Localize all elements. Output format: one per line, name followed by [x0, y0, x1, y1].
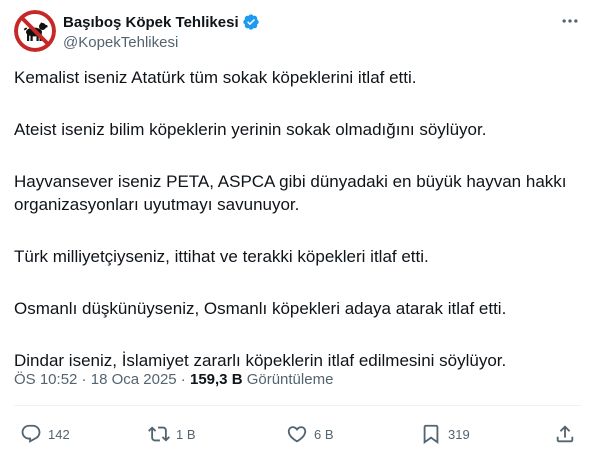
tweet-paragraph: Osmanlı düşkünüyseniz, Osmanlı köpekleri…: [14, 299, 507, 318]
heart-icon: [287, 426, 307, 443]
retweet-button[interactable]: 1 B: [148, 420, 196, 448]
bookmark-icon: [423, 424, 439, 445]
more-options-icon[interactable]: [559, 10, 581, 32]
no-dogs-sign-icon: [14, 10, 56, 52]
tweet-paragraph: Hayvansever iseniz PETA, ASPCA gibi düny…: [14, 172, 567, 191]
bookmark-count: 319: [448, 426, 470, 442]
views-count: 159,3 B: [189, 371, 243, 388]
bookmark-button[interactable]: 319: [420, 420, 470, 448]
meta-separator: ·: [176, 371, 190, 388]
retweet-count: 1 B: [176, 426, 196, 442]
display-name-row: Başıboş Köpek Tehlikesi: [63, 12, 260, 32]
tweet-paragraph: Kemalist iseniz Atatürk tüm sokak köpekl…: [14, 68, 417, 87]
retweet-icon: [148, 426, 170, 442]
reply-icon: [21, 424, 41, 443]
reply-button[interactable]: 142: [20, 420, 70, 448]
tweet: Başıboş Köpek Tehlikesi @KopekTehlikesi …: [0, 0, 595, 459]
author-names: Başıboş Köpek Tehlikesi @KopekTehlikesi: [63, 12, 260, 51]
reply-count: 142: [48, 426, 70, 442]
tweet-time[interactable]: ÖS 10:52: [14, 371, 77, 388]
like-button[interactable]: 6 B: [286, 420, 334, 448]
share-icon: [556, 425, 574, 443]
tweet-paragraph: Türk milliyetçiyseniz, ittihat ve terakk…: [14, 247, 429, 266]
avatar[interactable]: [14, 10, 56, 52]
tweet-date[interactable]: 18 Oca 2025: [91, 371, 177, 388]
meta-separator: ·: [77, 371, 91, 388]
like-count: 6 B: [314, 426, 334, 442]
tweet-text: Kemalist iseniz Atatürk tüm sokak köpekl…: [14, 66, 581, 372]
share-button[interactable]: [554, 420, 576, 448]
tweet-meta: ÖS 10:52 · 18 Oca 2025 · 159,3 B Görüntü…: [14, 371, 333, 388]
tweet-paragraph: organizasyonları uyutmayı savunuyor.: [14, 195, 300, 214]
handle[interactable]: @KopekTehlikesi: [63, 34, 260, 51]
action-bar: 142 1 B 6 B 319: [14, 420, 581, 448]
views-label: Görüntüleme: [246, 371, 334, 388]
tweet-paragraph: Ateist iseniz bilim köpeklerin yerinin s…: [14, 120, 487, 139]
tweet-header: Başıboş Köpek Tehlikesi @KopekTehlikesi: [14, 10, 581, 54]
display-name[interactable]: Başıboş Köpek Tehlikesi: [63, 14, 239, 31]
tweet-paragraph: Dindar iseniz, İslamiyet zararlı köpekle…: [14, 351, 507, 370]
divider: [14, 405, 581, 406]
verified-badge-icon[interactable]: [242, 13, 260, 31]
